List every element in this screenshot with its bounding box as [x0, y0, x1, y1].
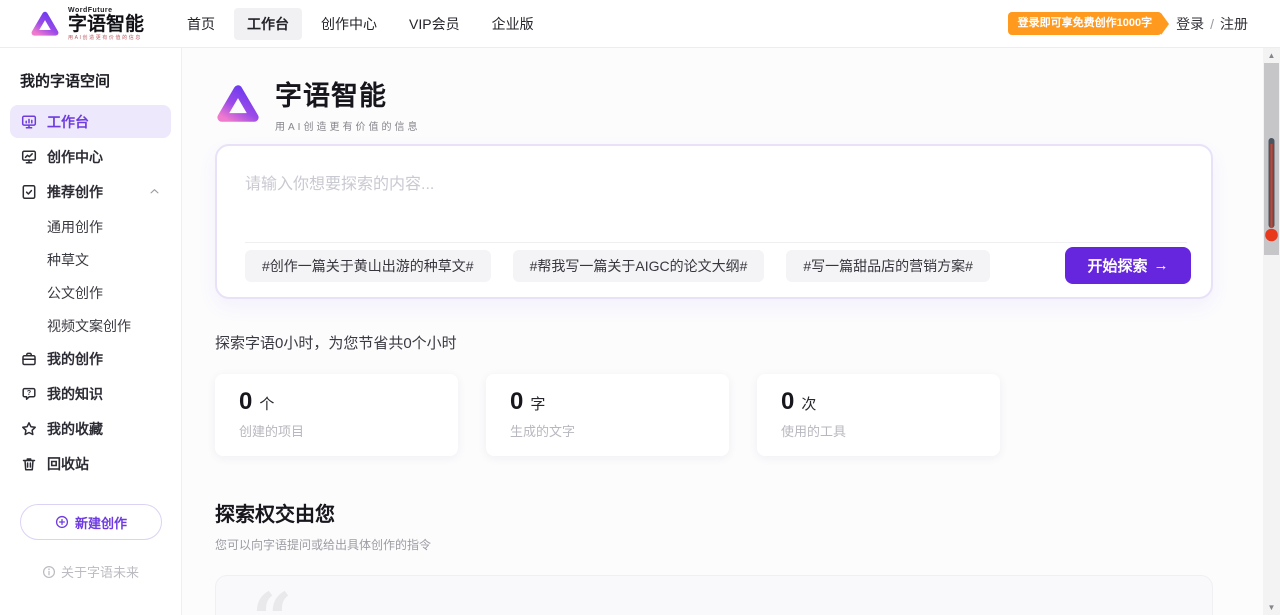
about-link[interactable]: 关于字语未来: [0, 562, 181, 581]
explore-section-title: 探索权交由您: [215, 498, 1280, 527]
stat-value: 0: [510, 388, 523, 416]
sidebar-item-my-knowledge[interactable]: ? 我的知识: [10, 377, 171, 410]
nav-item-enterprise[interactable]: 企业版: [479, 8, 547, 40]
nav-item-vip[interactable]: VIP会员: [396, 8, 473, 40]
sidebar-item-recommended[interactable]: 推荐创作: [10, 175, 171, 208]
briefcase-icon: [21, 351, 37, 367]
sidebar-item-label: 回收站: [47, 454, 89, 474]
new-creation-label: 新建创作: [75, 513, 127, 532]
search-card: #创作一篇关于黄山出游的种草文# #帮我写一篇关于AIGC的论文大纲# #写一篇…: [215, 144, 1213, 299]
stat-label: 使用的工具: [781, 421, 976, 440]
stats-row: 0 个 创建的项目 0 字 生成的文字 0 次: [215, 374, 1280, 456]
sidebar-item-label: 创作中心: [47, 147, 103, 167]
suggestion-chip-aigc[interactable]: #帮我写一篇关于AIGC的论文大纲#: [513, 250, 765, 282]
knowledge-bubble-icon: ?: [21, 386, 37, 402]
plus-circle-icon: [55, 515, 69, 529]
sidebar-subitem-official[interactable]: 公文创作: [0, 276, 181, 309]
stat-label: 创建的项目: [239, 421, 434, 440]
stat-card-tools: 0 次 使用的工具: [757, 374, 1000, 456]
app-window: WordFuture 字语智能 用AI创造更有价值的信息 首页 工作台 创作中心…: [0, 0, 1280, 615]
arrow-right-icon: →: [1154, 257, 1169, 274]
thermometer-marker-icon: [1265, 136, 1278, 251]
recommended-icon: [21, 184, 37, 200]
sidebar-item-label: 我的知识: [47, 384, 103, 404]
scrollbar-up-arrow[interactable]: ▲: [1263, 48, 1280, 63]
suggestion-chip-huangshan[interactable]: #创作一篇关于黄山出游的种草文#: [245, 250, 491, 282]
brand-name: 字语智能: [68, 15, 144, 34]
nav-item-creation-center[interactable]: 创作中心: [308, 8, 390, 40]
sidebar-item-label: 工作台: [47, 112, 89, 132]
workbench-icon: [21, 114, 37, 130]
auth-separator: /: [1210, 16, 1214, 32]
main-content: 字语智能 用AI创造更有价值的信息 #创作一篇关于黄山出游的种草文# #帮我写一…: [182, 48, 1280, 615]
stat-card-projects: 0 个 创建的项目: [215, 374, 458, 456]
stat-card-words: 0 字 生成的文字: [486, 374, 729, 456]
info-icon: [42, 565, 56, 579]
start-explore-button[interactable]: 开始探索 →: [1065, 247, 1191, 284]
header-right: 登录即可享免费创作1000字 登录 / 注册: [1008, 12, 1248, 35]
sidebar-item-recycle-bin[interactable]: 回收站: [10, 447, 171, 480]
suggestion-chips-row: #创作一篇关于黄山出游的种草文# #帮我写一篇关于AIGC的论文大纲# #写一篇…: [245, 247, 1191, 284]
sidebar-item-label: 推荐创作: [47, 182, 103, 202]
search-divider: [245, 242, 1187, 243]
explore-section-subtitle: 您可以向字语提问或给出具体创作的指令: [215, 536, 1280, 553]
brand-super: WordFuture: [68, 7, 144, 14]
sidebar-item-label: 我的收藏: [47, 419, 103, 439]
sidebar-title: 我的字语空间: [20, 70, 161, 91]
hero-text: 字语智能 用AI创造更有价值的信息: [275, 74, 420, 133]
nav-item-home[interactable]: 首页: [174, 8, 228, 40]
top-navbar: WordFuture 字语智能 用AI创造更有价值的信息 首页 工作台 创作中心…: [0, 0, 1280, 48]
hero-logo: 字语智能 用AI创造更有价值的信息: [215, 74, 1280, 133]
sidebar: 我的字语空间 工作台: [0, 48, 182, 615]
brand-tagline-small: 用AI创造更有价值的信息: [68, 36, 144, 41]
nav-item-workbench[interactable]: 工作台: [234, 8, 302, 40]
stat-unit: 次: [801, 393, 816, 414]
chevron-up-icon[interactable]: [149, 186, 160, 197]
sidebar-item-creation-center[interactable]: 创作中心: [10, 140, 171, 173]
hero-tagline: 用AI创造更有价值的信息: [275, 118, 420, 133]
body-layout: 我的字语空间 工作台: [0, 48, 1280, 615]
brand-logo[interactable]: WordFuture 字语智能 用AI创造更有价值的信息: [30, 7, 144, 41]
login-link[interactable]: 登录: [1176, 14, 1204, 34]
creation-center-icon: [21, 149, 37, 165]
sidebar-item-workbench[interactable]: 工作台: [10, 105, 171, 138]
start-explore-label: 开始探索: [1087, 255, 1147, 276]
stat-unit: 字: [530, 393, 545, 414]
brand-text: WordFuture 字语智能 用AI创造更有价值的信息: [68, 7, 144, 41]
sidebar-subitem-video[interactable]: 视频文案创作: [0, 309, 181, 342]
svg-text:?: ?: [27, 390, 31, 397]
register-link[interactable]: 注册: [1220, 14, 1248, 34]
vertical-scrollbar[interactable]: ▲ ▼: [1263, 48, 1280, 615]
sidebar-subitem-general[interactable]: 通用创作: [0, 210, 181, 243]
hero-name: 字语智能: [275, 74, 420, 113]
about-label: 关于字语未来: [61, 562, 139, 581]
search-input[interactable]: [245, 170, 1185, 228]
stat-unit: 个: [259, 393, 274, 414]
login-promo-badge[interactable]: 登录即可享免费创作1000字: [1008, 12, 1162, 35]
sidebar-item-label: 我的创作: [47, 349, 103, 369]
stat-value: 0: [239, 388, 252, 416]
main-nav: 首页 工作台 创作中心 VIP会员 企业版: [174, 8, 547, 40]
sidebar-item-my-favorites[interactable]: 我的收藏: [10, 412, 171, 445]
brand-triangle-icon: [30, 9, 60, 39]
stat-value: 0: [781, 388, 794, 416]
trash-icon: [21, 456, 37, 472]
suggestion-chip-dessert[interactable]: #写一篇甜品店的营销方案#: [786, 250, 990, 282]
new-creation-button[interactable]: 新建创作: [20, 504, 162, 540]
sidebar-subitem-grass[interactable]: 种草文: [0, 243, 181, 276]
stats-summary: 探索字语0小时，为您节省共0个小时: [215, 332, 1280, 353]
auth-links: 登录 / 注册: [1176, 14, 1248, 34]
hero-triangle-icon: [215, 81, 261, 127]
quote-icon: “: [252, 584, 292, 615]
example-dialog-card: “ 字语智能是什么? 嘿，帮我创作一篇北京出游攻略: [215, 575, 1213, 615]
stat-label: 生成的文字: [510, 421, 705, 440]
scrollbar-down-arrow[interactable]: ▼: [1263, 600, 1280, 615]
star-icon: [21, 421, 37, 437]
sidebar-item-my-creations[interactable]: 我的创作: [10, 342, 171, 375]
